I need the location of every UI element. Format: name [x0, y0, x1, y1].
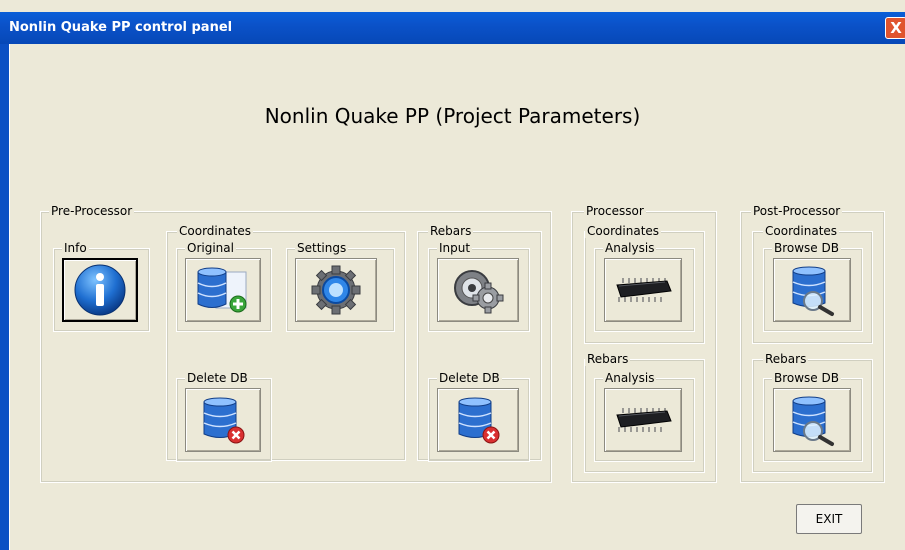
coord-delete-label: Delete DB — [185, 371, 250, 385]
proc-coord-analysis-label: Analysis — [603, 241, 657, 255]
settings-label: Settings — [295, 241, 349, 255]
proc-rebars-label: Rebars — [585, 352, 631, 366]
database-search-icon — [792, 396, 834, 446]
proc-rebar-analysis-label: Analysis — [603, 371, 657, 385]
database-delete-icon — [203, 397, 245, 444]
post-coordinates-label: Coordinates — [763, 224, 840, 238]
rebar-delete-button[interactable] — [437, 388, 519, 452]
post-processor-label: Post-Processor — [751, 204, 843, 218]
post-rebar-browse-label: Browse DB — [772, 371, 841, 385]
settings-button[interactable] — [295, 258, 377, 322]
post-coord-browse-label: Browse DB — [772, 241, 841, 255]
info-label: Info — [62, 241, 89, 255]
gear-icon — [311, 265, 361, 315]
info-button[interactable] — [62, 258, 138, 322]
database-search-icon — [792, 266, 834, 316]
pre-processor-label: Pre-Processor — [49, 204, 135, 218]
original-label: Original — [185, 241, 236, 255]
rebar-settings-icon — [454, 270, 504, 314]
original-button[interactable] — [185, 258, 261, 322]
pre-coordinates-label: Coordinates — [177, 224, 254, 238]
rebars-analysis-button[interactable] — [604, 388, 682, 452]
database-add-icon — [197, 267, 247, 313]
close-button[interactable]: X — [885, 17, 905, 39]
pre-rebars-label: Rebars — [428, 224, 474, 238]
database-delete-icon — [458, 397, 500, 444]
chip-icon — [616, 278, 672, 302]
coord-delete-button[interactable] — [185, 388, 261, 452]
chip-icon — [616, 408, 672, 432]
post-rebars-label: Rebars — [763, 352, 809, 366]
rebar-delete-label: Delete DB — [437, 371, 502, 385]
info-icon — [74, 264, 126, 316]
exit-button[interactable]: EXIT — [796, 504, 862, 534]
window-title: Nonlin Quake PP control panel — [9, 20, 233, 35]
coordinates-browse-db-button[interactable] — [773, 258, 851, 322]
coordinates-analysis-button[interactable] — [604, 258, 682, 322]
input-label: Input — [437, 241, 473, 255]
processor-label: Processor — [584, 204, 646, 218]
rebars-browse-db-button[interactable] — [773, 388, 851, 452]
proc-coordinates-label: Coordinates — [585, 224, 662, 238]
title-bar: Nonlin Quake PP control panel X — [0, 12, 905, 44]
input-button[interactable] — [437, 258, 519, 322]
main-title: Nonlin Quake PP (Project Parameters) — [264, 104, 641, 128]
